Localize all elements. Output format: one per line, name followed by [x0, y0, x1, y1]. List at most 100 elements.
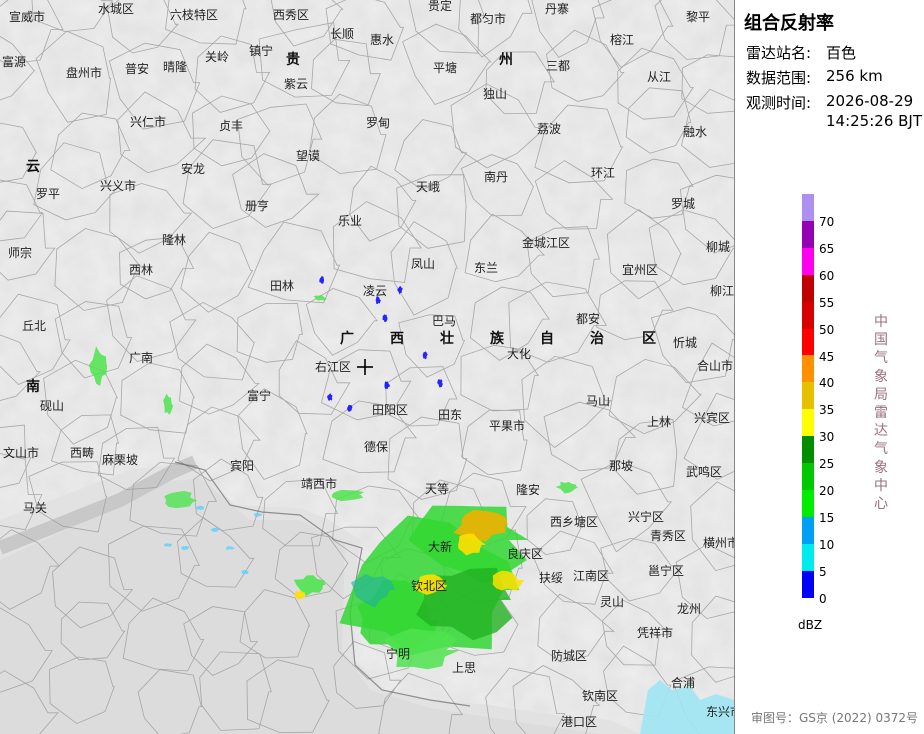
legend-swatch: [802, 516, 814, 545]
place-label: 丹寨: [545, 2, 570, 16]
place-label: 罗平: [36, 187, 61, 201]
legend-label: 65: [819, 241, 835, 256]
legend-label: 15: [819, 510, 835, 525]
place-label: 合山市: [697, 359, 734, 373]
radar-map[interactable]: 宣威市 水城区 六枝特区 西秀区 贵定 都匀市 丹寨 黎平 富源 盘州市 普安 晴隆 关岭 镇宁 长顺 惠水 榕…: [0, 0, 735, 734]
place-label: 惠水: [370, 33, 395, 47]
place-label: 江南区: [573, 569, 610, 583]
place-label: 钦北区: [411, 579, 448, 593]
legend-label: 45: [819, 349, 835, 364]
place-label: 晴隆: [163, 60, 188, 74]
terrain-basemap: [0, 0, 734, 734]
place-label: 环江: [591, 166, 616, 180]
place-label: 港口区: [561, 715, 598, 729]
legend-label: 35: [819, 403, 835, 418]
place-label: 靖西市: [301, 477, 338, 491]
place-label: 荔波: [537, 122, 562, 136]
place-label: 灵山: [600, 595, 625, 609]
place-label: 广南: [129, 351, 154, 365]
legend-label: 40: [819, 376, 835, 391]
place-label: 榕江: [610, 33, 635, 47]
place-label: 上思: [452, 661, 477, 675]
province-label: 州: [499, 52, 513, 68]
time-date: 2026-08-29: [826, 92, 914, 110]
province-label: 治: [590, 331, 604, 347]
place-label: 德保: [364, 440, 389, 454]
station-row: 雷达站名: 百色: [746, 42, 856, 63]
place-label: 西乡塘区: [550, 515, 599, 529]
legend-label: 5: [819, 564, 827, 579]
place-label: 独山: [483, 87, 508, 101]
place-label: 三都: [546, 59, 571, 73]
place-label: 盘州市: [66, 66, 103, 80]
place-label: 都安: [576, 312, 601, 326]
place-label: 罗城: [671, 197, 696, 211]
place-label: 青秀区: [650, 529, 687, 543]
legend-label: 20: [819, 484, 835, 498]
place-label: 大新: [428, 540, 453, 554]
time-clock: 14:25:26 BJT: [826, 112, 923, 130]
place-label: 安龙: [181, 162, 206, 176]
place-label: 贞丰: [219, 119, 244, 133]
place-label: 邕宁区: [648, 564, 685, 578]
place-label: 兴义市: [100, 179, 137, 193]
legend-swatch: [802, 570, 814, 598]
place-label: 长顺: [330, 27, 355, 41]
legend-swatch: [802, 328, 814, 356]
product-title: 组合反射率: [744, 13, 834, 34]
legend-unit: dBZ: [798, 618, 823, 632]
place-label: 平果市: [489, 419, 526, 433]
legend-label: 50: [819, 322, 835, 337]
range-label: 数据范围:: [746, 69, 812, 87]
province-label: 南: [26, 379, 40, 395]
legend-swatch: [802, 382, 814, 410]
place-label: 凌云: [363, 284, 388, 298]
agency-vertical-text: 中国气象局雷达气象中心: [874, 314, 888, 513]
place-label: 隆安: [516, 483, 541, 497]
place-label: 南丹: [484, 170, 509, 184]
legend-swatch: [802, 436, 814, 464]
place-label: 东兴市: [706, 705, 734, 719]
place-label: 紫云: [284, 77, 309, 91]
place-label: 右江区: [315, 360, 352, 374]
place-label: 大化: [507, 347, 532, 361]
time-label: 观测时间:: [746, 94, 812, 112]
legend-label: 25: [819, 457, 835, 472]
place-label: 马关: [23, 501, 48, 515]
place-label: 巴马: [432, 314, 457, 328]
place-label: 宁明: [386, 647, 411, 661]
province-label: 壮: [440, 331, 454, 347]
place-label: 那坡: [609, 459, 634, 473]
place-label: 田东: [438, 408, 463, 422]
place-label: 望谟: [296, 149, 321, 163]
place-label: 兴宾区: [694, 411, 731, 425]
place-label: 凭祥市: [637, 626, 674, 640]
place-label: 扶绥: [539, 571, 564, 585]
place-label: 东兰: [474, 261, 499, 275]
legend-swatch: [802, 489, 814, 518]
place-label: 六枝特区: [170, 8, 219, 22]
place-label: 天等: [425, 482, 450, 496]
range-value: 256 km: [826, 67, 883, 85]
place-label: 镇宁: [249, 44, 274, 58]
info-panel: 组合反射率 雷达站名: 百色 数据范围: 256 km 观测时间: 2026-0…: [735, 0, 924, 734]
place-label: 富宁: [247, 389, 272, 403]
place-label: 文山市: [3, 446, 40, 460]
legend-swatch: [802, 301, 814, 329]
legend-label: 30: [819, 430, 835, 445]
place-label: 师宗: [8, 246, 33, 260]
place-label: 田阳区: [372, 403, 409, 417]
place-label: 黎平: [686, 10, 711, 24]
place-label: 隆林: [162, 233, 187, 247]
review-number: 审图号：GS京 (2022) 0372号: [751, 711, 918, 725]
place-label: 龙州: [677, 602, 702, 616]
place-label: 从江: [647, 70, 672, 84]
place-label: 册亨: [245, 199, 270, 213]
place-label: 丘北: [22, 319, 47, 333]
legend-label: 60: [819, 268, 835, 283]
place-label: 西林: [129, 263, 154, 277]
place-label: 宜州区: [622, 263, 659, 277]
place-label: 武鸣区: [686, 465, 723, 479]
place-label: 麻栗坡: [102, 453, 139, 467]
legend-label: 10: [819, 537, 835, 552]
